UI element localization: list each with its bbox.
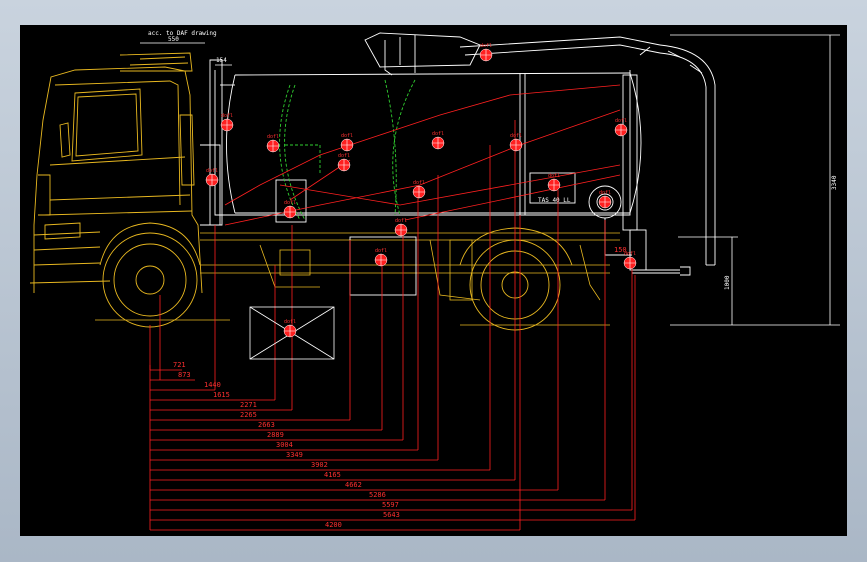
top-note: acc. to DAF drawing [148,30,217,37]
dim-label: 2663 [258,421,275,429]
cog-marker-label: dofl [375,248,387,254]
cog-marker-label: dofl [341,133,353,139]
dim-label: 3004 [276,441,293,449]
dim-label: 2271 [240,401,257,409]
cog-marker-label: dofl [510,133,522,139]
cad-drawing-area: 721 873 1440 1615 2271 2265 2663 2889 30… [20,25,847,536]
height-dim-3340: 3340 [831,175,838,190]
dim-row: 2889 [150,431,403,441]
dim-label: 3902 [311,461,328,469]
cog-marker-label: dofl [432,131,444,137]
cog-marker-label: dofl [548,173,560,179]
dim-label: 5597 [382,501,399,509]
cog-marker-label: dofl [284,200,296,206]
dim-row: 4662 [150,481,558,491]
dim-label: 1440 [204,381,221,389]
cog-markers: dofl dofl dofl dofl dofl dofl dofl dofl dofl dofl… [205,43,637,338]
front-wheel [99,222,201,328]
height-dimensions [670,34,840,326]
cog-marker-label: dofl [221,113,233,119]
cog-marker-label: dofl [267,134,279,140]
cog-marker-label: dofl [413,180,425,186]
rear-wheel [459,227,573,331]
cog-marker-label: dofl [395,218,407,224]
cog-marker-label: dofl [338,153,350,159]
dim-row: 3902 [150,461,490,471]
dim-label: 5643 [383,511,400,519]
dim-row: 5643 [150,511,635,521]
dim-row: 1440 [150,381,221,391]
cog-marker-label: dofl [615,118,627,124]
suction-boom [364,32,716,266]
dim-row: 5286 [150,491,605,501]
dim-label: 4200 [325,521,342,529]
dim-label: 2265 [240,411,257,419]
dim-row: 5597 [150,501,632,511]
dim-row: 2271 [150,401,292,411]
cog-marker-label: dofl [624,251,636,257]
chassis-frame [95,232,620,326]
dim-label: 2889 [267,431,284,439]
dim-label: 4165 [324,471,341,479]
cog-marker-label: dofl [480,43,492,49]
cog-marker-label: dofl [284,319,296,325]
dim-row: 3004 [150,441,418,451]
dim-label: 873 [178,371,191,379]
dim-label: 4662 [345,481,362,489]
dim-row: 873 [150,371,195,381]
dim-label: 721 [173,361,186,369]
height-dim-1000: 1000 [724,275,731,290]
top-dim-154: 154 [216,57,227,64]
truck-cab [29,52,203,294]
bottom-dimension-rows: 721 873 1440 1615 2271 2265 2663 2889 30… [150,361,635,531]
tank-label: TAS 40 LL [538,197,571,204]
dim-label: 5286 [369,491,386,499]
dim-row: 4165 [150,471,515,481]
dim-row: 2265 [150,411,350,421]
dim-row: 721 [150,361,186,371]
cog-marker-label: dofl [599,190,611,196]
tank-body [200,59,691,296]
cog-marker-label: dofl [206,168,218,174]
dim-label: 1615 [213,391,230,399]
dim-label: 3349 [286,451,303,459]
dim-row: 1615 [150,391,275,401]
dim-row: 4200 [150,521,520,531]
dim-row: 2663 [150,421,382,431]
dim-row: 3349 [150,451,438,461]
top-dim-550: 550 [168,36,179,43]
truck-schematic: 721 873 1440 1615 2271 2265 2663 2889 30… [29,30,840,531]
